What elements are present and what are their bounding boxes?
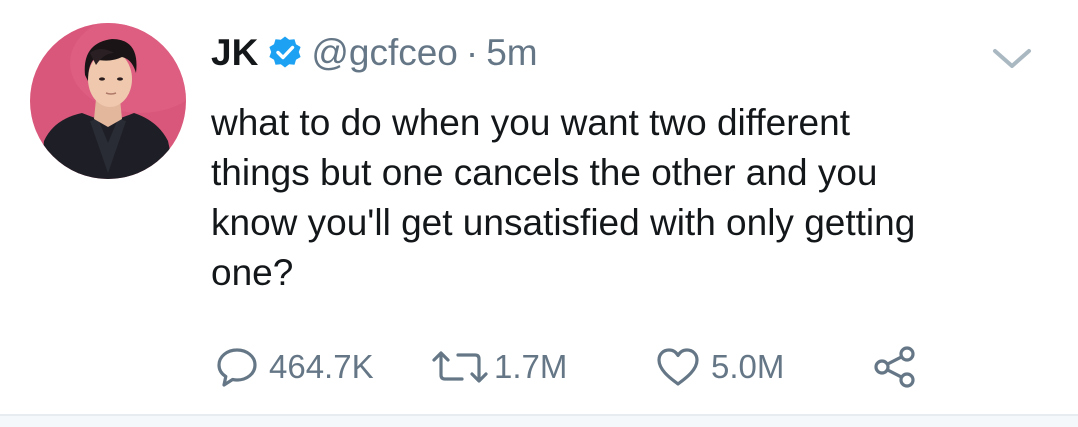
retweet-button[interactable]: 1.7M — [430, 342, 567, 392]
retweet-count: 1.7M — [494, 348, 568, 385]
chevron-down-icon[interactable] — [989, 44, 1035, 74]
tweet-card[interactable]: JK @gcfceo · 5m what to do when you want… — [0, 0, 1078, 414]
like-button[interactable]: 5.0M — [655, 342, 784, 392]
separator-dot: · — [465, 32, 479, 73]
tweet-header: JK @gcfceo · 5m — [211, 28, 538, 78]
tweet-text-line: one? — [211, 252, 294, 293]
tweet-text-line: know you'll get unsatisfied with only ge… — [211, 202, 916, 243]
tweet-text-line: things but one cancels the other and you — [211, 152, 878, 193]
heart-icon — [657, 348, 699, 386]
verified-badge-icon — [267, 35, 303, 71]
tweet-text-line: what to do when you want two different — [211, 102, 850, 143]
share-icon — [874, 346, 915, 388]
timestamp[interactable]: 5m — [486, 32, 537, 74]
tweet-actions: 464.7K 1.7M 5.0M — [0, 342, 1078, 392]
reply-button[interactable]: 464.7K — [215, 342, 374, 392]
reply-count: 464.7K — [269, 348, 374, 385]
share-button[interactable] — [872, 342, 918, 392]
author-handle[interactable]: @gcfceo — [311, 32, 458, 74]
reply-bubble-icon — [217, 348, 257, 387]
avatar[interactable] — [30, 23, 186, 179]
next-item-edge — [0, 416, 1078, 427]
like-count: 5.0M — [711, 348, 785, 385]
author-name[interactable]: JK — [211, 32, 258, 74]
retweet-icon — [432, 351, 488, 383]
tweet-text: what to do when you want two different t… — [211, 98, 1051, 298]
